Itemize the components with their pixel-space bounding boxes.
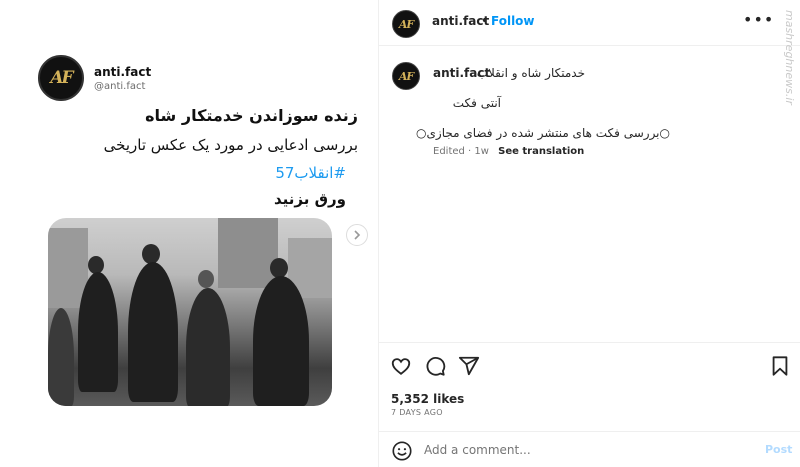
- header-avatar[interactable]: AF: [392, 10, 420, 38]
- heart-icon[interactable]: [390, 355, 412, 377]
- post-age: 7 DAYS AGO: [391, 408, 443, 417]
- card-headline: زنده سوزاندن خدمتکار شاه: [145, 106, 358, 125]
- edited-label: Edited · 1w: [433, 146, 489, 157]
- card-header: AF anti.fact @anti.fact: [38, 55, 151, 101]
- emoji-icon[interactable]: [391, 440, 413, 462]
- comment-bar: Post: [379, 431, 800, 467]
- historical-photo: [48, 218, 332, 406]
- chevron-right-glyph: [354, 230, 361, 240]
- bookmark-icon[interactable]: [769, 355, 791, 377]
- watermark-text: mashreghnews.ir: [783, 10, 796, 105]
- card-swipe-text: ورق بزنید: [274, 190, 346, 208]
- post-media: AF anti.fact @anti.fact زنده سوزاندن خدم…: [0, 0, 378, 467]
- card-avatar: AF: [38, 55, 84, 101]
- header-separator: •: [481, 14, 489, 28]
- next-slide-button[interactable]: chevron-right-icon: [346, 224, 368, 246]
- post-header: AF anti.fact • Follow •••: [379, 0, 800, 46]
- caption-line-2: آنتی فکت: [452, 96, 501, 110]
- post-sidebar: AF anti.fact • Follow ••• AF anti.fact خ…: [379, 0, 800, 467]
- caption-meta: Edited · 1w See translation: [433, 146, 584, 157]
- watermark: mashreghnews.ir: [778, 10, 800, 170]
- caption-avatar[interactable]: AF: [392, 62, 420, 90]
- see-translation-link[interactable]: See translation: [498, 146, 584, 157]
- actions-divider: [379, 342, 800, 343]
- card-hashtag[interactable]: #انقلاب57: [275, 164, 346, 182]
- caption-line-3: ○بررسی فکت های منتشر شده در فضای مجازی○: [416, 126, 670, 140]
- comment-input[interactable]: [424, 443, 724, 457]
- caption-logo: AF: [398, 69, 414, 83]
- header-logo: AF: [398, 17, 414, 31]
- follow-button[interactable]: Follow: [491, 14, 535, 28]
- likes-count[interactable]: 5,352 likes: [391, 392, 464, 406]
- share-icon[interactable]: [458, 355, 480, 377]
- post-comment-button[interactable]: Post: [765, 443, 792, 456]
- comment-icon[interactable]: [424, 355, 446, 377]
- card-subtitle: بررسی ادعایی در مورد یک عکس تاریخی: [103, 136, 358, 154]
- card-logo: AF: [50, 68, 73, 88]
- card-account-handle: @anti.fact: [94, 80, 146, 92]
- more-options-icon[interactable]: •••: [743, 10, 774, 29]
- caption-title: خدمتکار شاه و انقلاب: [476, 66, 585, 80]
- card-account-name: anti.fact: [94, 64, 152, 79]
